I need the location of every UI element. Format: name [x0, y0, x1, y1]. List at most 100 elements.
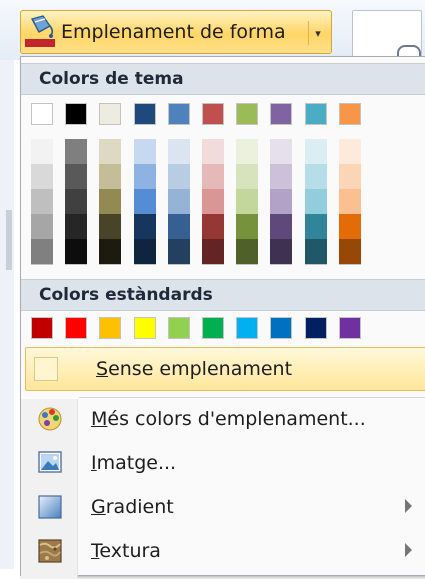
theme-shade-swatch[interactable] [202, 189, 224, 214]
theme-shade-column [236, 139, 259, 265]
theme-color-swatch[interactable] [202, 103, 224, 125]
theme-shade-swatch[interactable] [99, 214, 122, 239]
paint-bucket-icon [23, 13, 59, 51]
theme-shade-swatch[interactable] [99, 139, 122, 164]
theme-colors-header: Colors de tema [21, 63, 425, 95]
theme-shade-column [133, 139, 156, 265]
theme-shade-swatch[interactable] [167, 214, 190, 239]
theme-shade-swatch[interactable] [167, 164, 190, 189]
standard-color-swatch[interactable] [236, 317, 259, 339]
shape-preview-box[interactable] [352, 10, 422, 60]
theme-color-swatch[interactable] [31, 103, 53, 125]
theme-shade-swatch[interactable] [304, 239, 327, 264]
theme-shade-swatch[interactable] [202, 164, 224, 189]
theme-shade-swatch[interactable] [31, 189, 53, 214]
theme-shade-column [167, 139, 190, 265]
submenu-arrow-icon [405, 499, 412, 513]
theme-shade-swatch[interactable] [236, 189, 259, 214]
theme-shade-swatch[interactable] [236, 239, 259, 264]
standard-color-swatch[interactable] [270, 317, 293, 339]
chevron-down-icon[interactable]: ▾ [308, 21, 327, 45]
shape-fill-button[interactable]: Emplenament de forma ▾ [20, 10, 332, 54]
theme-shade-swatch[interactable] [270, 214, 293, 239]
theme-shade-swatch[interactable] [31, 164, 53, 189]
theme-shade-swatch[interactable] [133, 139, 156, 164]
theme-shade-swatch[interactable] [202, 139, 224, 164]
standard-color-swatch[interactable] [133, 317, 156, 339]
theme-shade-swatch[interactable] [31, 239, 53, 264]
theme-shade-swatch[interactable] [65, 139, 88, 164]
theme-shade-swatch[interactable] [65, 164, 88, 189]
theme-shade-swatch[interactable] [167, 189, 190, 214]
standard-color-swatch[interactable] [202, 317, 224, 339]
theme-shade-swatch[interactable] [202, 214, 224, 239]
gradient-item[interactable]: Gradient [21, 485, 425, 529]
theme-shade-swatch[interactable] [202, 239, 224, 264]
theme-color-swatch[interactable] [270, 103, 293, 125]
theme-shade-swatch[interactable] [133, 189, 156, 214]
standard-color-swatch[interactable] [304, 317, 327, 339]
theme-shade-swatch[interactable] [270, 164, 293, 189]
theme-shade-swatch[interactable] [236, 214, 259, 239]
theme-color-swatch[interactable] [338, 103, 361, 125]
color-palette-icon [21, 397, 77, 441]
theme-color-swatch[interactable] [65, 103, 88, 125]
standard-color-swatch[interactable] [99, 317, 122, 339]
theme-shade-swatch[interactable] [133, 239, 156, 264]
standard-color-swatch[interactable] [338, 317, 361, 339]
theme-shade-swatch[interactable] [133, 164, 156, 189]
texture-item[interactable]: Textura [21, 529, 425, 573]
theme-color-swatch[interactable] [236, 103, 259, 125]
standard-color-swatch[interactable] [31, 317, 53, 339]
picture-icon [21, 441, 77, 485]
theme-shade-swatch[interactable] [270, 139, 293, 164]
theme-color-swatch[interactable] [167, 103, 190, 125]
standard-colors-header: Colors estàndards [21, 279, 425, 311]
theme-shade-swatch[interactable] [304, 214, 327, 239]
theme-shade-swatch[interactable] [338, 189, 361, 214]
standard-color-swatch[interactable] [167, 317, 190, 339]
shape-fill-button-label: Emplenament de forma [61, 21, 286, 43]
theme-shade-swatch[interactable] [167, 139, 190, 164]
theme-color-swatch[interactable] [304, 103, 327, 125]
theme-shade-swatch[interactable] [338, 164, 361, 189]
theme-shade-swatch[interactable] [236, 164, 259, 189]
picture-item[interactable]: Imatge... [21, 441, 425, 485]
theme-shade-swatch[interactable] [270, 239, 293, 264]
theme-shade-column [338, 139, 361, 265]
theme-shade-swatch[interactable] [65, 189, 88, 214]
gradient-icon [21, 485, 77, 529]
theme-shade-swatch[interactable] [167, 239, 190, 264]
theme-shade-swatch[interactable] [338, 139, 361, 164]
theme-shade-swatch[interactable] [31, 214, 53, 239]
theme-shade-swatch[interactable] [133, 214, 156, 239]
theme-shade-swatch[interactable] [270, 189, 293, 214]
theme-shade-swatch[interactable] [304, 164, 327, 189]
theme-shade-swatch[interactable] [99, 239, 122, 264]
theme-shade-swatch[interactable] [99, 189, 122, 214]
theme-shade-swatch[interactable] [304, 189, 327, 214]
standard-color-swatch[interactable] [65, 317, 88, 339]
picture-label: Imatge... [91, 452, 177, 474]
fill-color-dropdown: Colors de tema Colors estàndards Sense e… [20, 56, 425, 579]
theme-color-swatch[interactable] [99, 103, 122, 125]
theme-shade-swatch[interactable] [65, 239, 88, 264]
theme-shade-swatch[interactable] [99, 164, 122, 189]
theme-shade-swatch[interactable] [338, 214, 361, 239]
texture-icon [21, 529, 77, 573]
theme-shade-column [65, 139, 88, 265]
more-fill-colors-label: Més colors d'emplenament... [91, 408, 366, 430]
theme-shade-swatch[interactable] [304, 139, 327, 164]
background-mark [6, 210, 12, 270]
theme-shade-column [270, 139, 293, 265]
theme-shade-swatch[interactable] [65, 214, 88, 239]
theme-shade-swatch[interactable] [31, 139, 53, 164]
theme-shade-swatch[interactable] [338, 239, 361, 264]
no-fill-swatch [34, 357, 58, 381]
theme-shade-swatch[interactable] [236, 139, 259, 164]
theme-shade-column [304, 139, 327, 265]
background-left-edge [0, 60, 14, 569]
more-fill-colors-item[interactable]: Més colors d'emplenament... [21, 397, 425, 441]
no-fill-item[interactable]: Sense emplenament [25, 347, 425, 391]
theme-color-swatch[interactable] [133, 103, 156, 125]
